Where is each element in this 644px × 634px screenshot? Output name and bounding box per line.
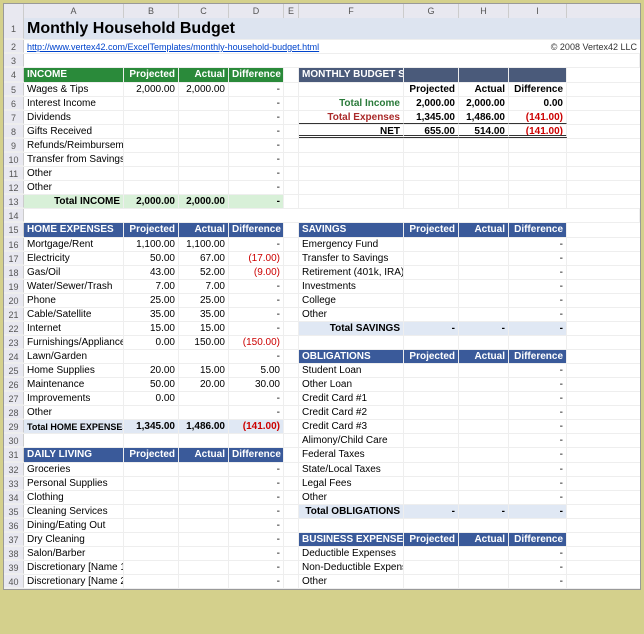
data-row[interactable]: 27Improvements0.00-Credit Card #1- [4, 392, 640, 406]
data-row[interactable]: 9Refunds/Reimbursements- [4, 139, 640, 153]
data-row[interactable]: 20Phone25.0025.00-College- [4, 294, 640, 308]
column-headers: A B C D E F G H I [4, 4, 640, 18]
data-row[interactable]: 26Maintenance50.0020.0030.00Other Loan- [4, 378, 640, 392]
data-row[interactable]: 34Clothing-Other- [4, 491, 640, 505]
copyright: © 2008 Vertex42 LLC [334, 40, 640, 53]
daily-header: 31DAILY LIVINGProjectedActualDifferenceF… [4, 448, 640, 463]
data-row[interactable]: 19Water/Sewer/Trash7.007.00-Investments- [4, 280, 640, 294]
data-row[interactable]: 17Electricity50.0067.00(17.00)Transfer t… [4, 252, 640, 266]
data-row[interactable]: 33Personal Supplies-Legal Fees- [4, 477, 640, 491]
data-row[interactable]: 30Alimony/Child Care- [4, 434, 640, 448]
data-row[interactable]: 8 Gifts Received - NET 655.00 514.00 (14… [4, 125, 640, 139]
income-section-title: INCOME [24, 68, 124, 82]
template-link[interactable]: http://www.vertex42.com/ExcelTemplates/m… [24, 40, 334, 53]
link-row: 2 http://www.vertex42.com/ExcelTemplates… [4, 40, 640, 54]
home-savings-header: 15 HOME EXPENSES Projected Actual Differ… [4, 223, 640, 238]
data-row[interactable]: 21Cable/Satellite35.0035.00-Other- [4, 308, 640, 322]
data-row[interactable]: 16Mortgage/Rent1,100.001,100.00-Emergenc… [4, 238, 640, 252]
income-total-row: 13 Total INCOME 2,000.00 2,000.00 - [4, 195, 640, 209]
data-row[interactable]: 7 Dividends - Total Expenses 1,345.00 1,… [4, 111, 640, 125]
data-row[interactable]: 39Discretionary [Name 1]-Non-Deductible … [4, 561, 640, 575]
data-row[interactable]: 18Gas/Oil43.0052.00(9.00)Retirement (401… [4, 266, 640, 280]
data-row[interactable]: 25Home Supplies20.0015.005.00Student Loa… [4, 364, 640, 378]
data-row[interactable]: 10Transfer from Savings- [4, 153, 640, 167]
summary-section-title: MONTHLY BUDGET SUMMARY [299, 68, 404, 82]
data-row[interactable]: 23Furnishings/Appliances0.00150.00(150.0… [4, 336, 640, 350]
data-row[interactable]: 5 Wages & Tips 2,000.00 2,000.00 - Proje… [4, 83, 640, 97]
data-row[interactable]: 28Other-Credit Card #2- [4, 406, 640, 420]
data-row[interactable]: 36Dining/Eating Out- [4, 519, 640, 533]
page-title: Monthly Household Budget [24, 18, 640, 39]
title-row: 1 Monthly Household Budget [4, 18, 640, 40]
data-row[interactable]: 38Salon/Barber-Deductible Expenses- [4, 547, 640, 561]
data-row[interactable]: 35Cleaning Services-Total OBLIGATIONS--- [4, 505, 640, 519]
data-row[interactable]: 32Groceries-State/Local Taxes- [4, 463, 640, 477]
data-row[interactable]: 12Other- [4, 181, 640, 195]
data-row[interactable]: 6 Interest Income - Total Income 2,000.0… [4, 97, 640, 111]
home-total-row: 29Total HOME EXPENSES1,345.001,486.00(14… [4, 420, 640, 434]
data-row[interactable]: 37Dry Cleaning-BUSINESS EXPENSEProjected… [4, 533, 640, 547]
spreadsheet: A B C D E F G H I 1 Monthly Household Bu… [3, 3, 641, 590]
income-header-row: 4 INCOME Projected Actual Difference MON… [4, 68, 640, 83]
data-row[interactable]: 22Internet15.0015.00-Total SAVINGS--- [4, 322, 640, 336]
grid[interactable]: 1 Monthly Household Budget 2 http://www.… [4, 18, 640, 589]
data-row[interactable]: 11Other- [4, 167, 640, 181]
data-row[interactable]: 24Lawn/Garden-OBLIGATIONSProjectedActual… [4, 350, 640, 364]
data-row[interactable]: 40Discretionary [Name 2]-Other- [4, 575, 640, 589]
